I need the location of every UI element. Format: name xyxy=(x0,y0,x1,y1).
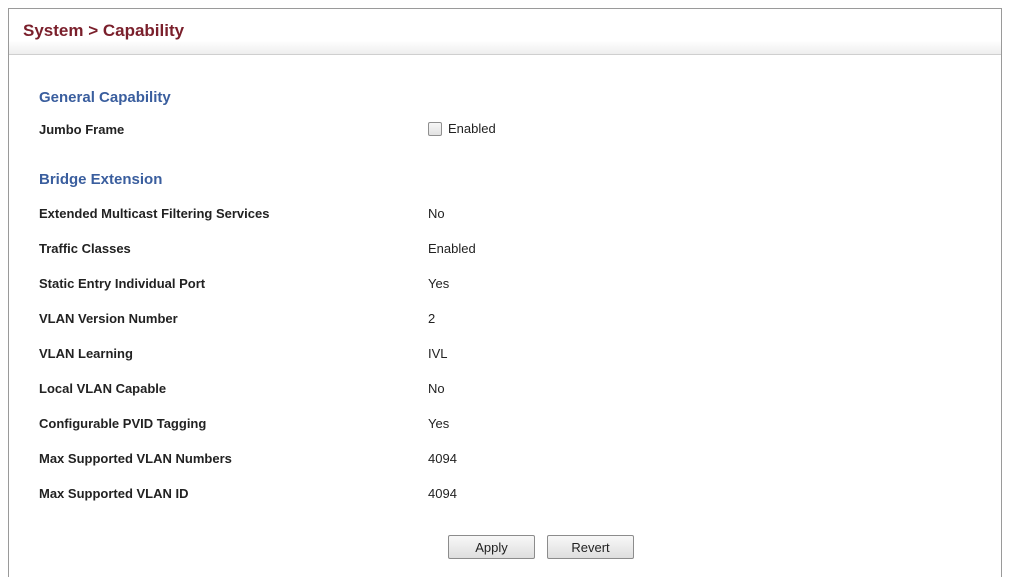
row-value: Yes xyxy=(428,276,450,291)
capability-panel: System > Capability General Capability J… xyxy=(8,8,1002,577)
row-extended-multicast-filtering-services: Extended Multicast Filtering Services No xyxy=(39,206,979,226)
row-max-supported-vlan-numbers: Max Supported VLAN Numbers 4094 xyxy=(39,451,979,471)
jumbo-frame-label: Jumbo Frame xyxy=(39,122,125,137)
row-configurable-pvid-tagging: Configurable PVID Tagging Yes xyxy=(39,416,979,436)
row-value: 4094 xyxy=(428,451,457,466)
row-label: Traffic Classes xyxy=(39,241,131,256)
section-title-general-capability: General Capability xyxy=(39,89,171,106)
row-label: Max Supported VLAN Numbers xyxy=(39,451,232,466)
row-label: VLAN Learning xyxy=(39,346,133,361)
row-value: IVL xyxy=(428,346,448,361)
row-value: 4094 xyxy=(428,486,457,501)
row-value: Yes xyxy=(428,416,450,431)
row-max-supported-vlan-id: Max Supported VLAN ID 4094 xyxy=(39,486,979,506)
section-title-bridge-extension: Bridge Extension xyxy=(39,171,163,188)
row-jumbo-frame: Jumbo Frame Enabled xyxy=(39,121,979,142)
row-value: No xyxy=(428,381,445,396)
row-traffic-classes: Traffic Classes Enabled xyxy=(39,241,979,261)
row-vlan-version-number: VLAN Version Number 2 xyxy=(39,311,979,331)
row-label: Max Supported VLAN ID xyxy=(39,486,189,501)
row-value: No xyxy=(428,206,445,221)
title-bar: System > Capability xyxy=(9,9,1001,55)
row-static-entry-individual-port: Static Entry Individual Port Yes xyxy=(39,276,979,296)
row-vlan-learning: VLAN Learning IVL xyxy=(39,346,979,366)
jumbo-frame-checkbox-label[interactable]: Enabled xyxy=(448,121,496,136)
row-label: Static Entry Individual Port xyxy=(39,276,206,291)
apply-button[interactable]: Apply xyxy=(448,535,535,559)
row-value: 2 xyxy=(428,311,436,326)
jumbo-frame-checkbox[interactable] xyxy=(428,121,442,136)
page-title: System > Capability xyxy=(23,21,185,40)
action-buttons: Apply Revert xyxy=(9,535,1001,559)
row-value: Enabled xyxy=(428,241,476,256)
row-label: VLAN Version Number xyxy=(39,311,178,326)
row-local-vlan-capable: Local VLAN Capable No xyxy=(39,381,979,401)
revert-button[interactable]: Revert xyxy=(547,535,634,559)
row-label: Configurable PVID Tagging xyxy=(39,416,207,431)
jumbo-frame-checkbox-group[interactable]: Enabled xyxy=(428,121,496,136)
row-label: Local VLAN Capable xyxy=(39,381,167,396)
row-label: Extended Multicast Filtering Services xyxy=(39,206,270,221)
